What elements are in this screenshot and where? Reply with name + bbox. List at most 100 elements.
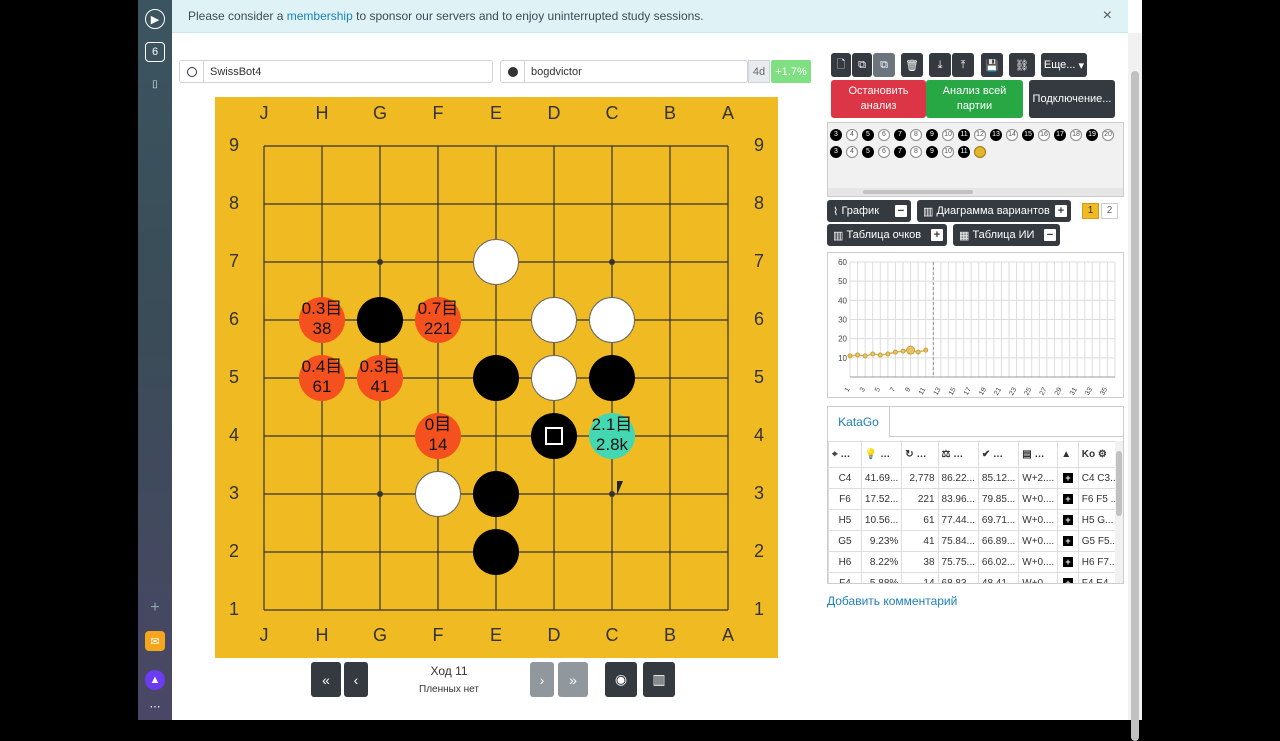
katago-tab[interactable]: KataGo	[828, 407, 890, 437]
mail-icon[interactable]: ✉	[145, 631, 165, 651]
tab-counter[interactable]: 6	[145, 42, 165, 62]
tree-node[interactable]: 5	[862, 129, 874, 141]
connect-button[interactable]: Подключение...	[1029, 80, 1115, 118]
lead-column-header[interactable]: ▤ …	[1018, 441, 1059, 468]
table-row[interactable]: C4 41.69... 2,778 86.22... 85.12... W+2.... + C…	[828, 467, 1123, 489]
expand-icon[interactable]: +	[1055, 205, 1067, 217]
score-column-header[interactable]: ⚖ …	[937, 441, 979, 468]
move-column-header[interactable]: ⌖ …	[828, 441, 862, 468]
tree-node[interactable]: 16	[1038, 129, 1050, 141]
tree-node[interactable]: 20	[1102, 129, 1114, 141]
expand-icon[interactable]: +	[931, 229, 943, 241]
page-1-button[interactable]: 1	[1082, 203, 1099, 219]
expand-icon[interactable]: +	[1062, 577, 1073, 583]
add-comment-link[interactable]: Добавить комментарий	[827, 594, 957, 608]
map-icon[interactable]: ▥	[643, 662, 675, 697]
prev-move-button[interactable]: ‹	[344, 662, 368, 697]
move-suggestion[interactable]: 0.3目 41	[357, 355, 403, 401]
download-icon[interactable]: ⤓	[929, 53, 951, 77]
move-suggestion[interactable]: 0.7目 221	[415, 297, 461, 343]
save-icon[interactable]: 💾	[981, 53, 1003, 77]
ai-table-tab[interactable]: ▦ Таблица ИИ −	[953, 224, 1060, 246]
collapse-icon[interactable]: −	[895, 205, 907, 217]
stop-analysis-button[interactable]: Остановить анализ	[831, 80, 926, 118]
settings-icon[interactable]: ⚙	[1098, 449, 1107, 460]
tree-node[interactable]: 18	[1070, 129, 1082, 141]
close-icon[interactable]: ×	[1103, 7, 1112, 25]
tree-node[interactable]: 10	[942, 146, 954, 158]
paste-icon[interactable]: ⧉	[873, 53, 895, 77]
new-file-icon[interactable]: 🗋	[831, 53, 851, 77]
move-suggestion[interactable]: 0.4目 61	[299, 355, 345, 401]
table-row[interactable]: F6 17.52... 221 83.96... 79.85... W+0.... + F6 …	[828, 488, 1123, 510]
tree-node[interactable]: 12	[974, 129, 986, 141]
expand-icon[interactable]: +	[1062, 556, 1073, 567]
screenshot-icon[interactable]: ⌷	[145, 75, 165, 95]
go-board[interactable]: JJHHGGFFEEDDCCBBAA998877665544332211 0.3…	[215, 97, 778, 658]
add-icon[interactable]: +	[145, 598, 165, 618]
analyze-game-button[interactable]: Анализ всей партии	[926, 80, 1023, 118]
table-row[interactable]: H6 8.22% 38 75.75... 66.02... W+0.... + H6 F7..…	[828, 551, 1123, 573]
variations-tab[interactable]: ▥ Диаграмма вариантов +	[917, 200, 1071, 222]
expand-icon[interactable]: +	[1062, 535, 1073, 546]
assistant-icon[interactable]: ▲	[145, 670, 165, 690]
tree-node[interactable]: 15	[1022, 129, 1034, 141]
more-dropdown[interactable]: Еще... ▾	[1041, 53, 1087, 77]
tree-node[interactable]: 10	[942, 129, 954, 141]
policy-column-header[interactable]: ✔ …	[977, 441, 1020, 468]
tree-node[interactable]: 9	[926, 129, 938, 141]
tree-node[interactable]: 19	[1086, 129, 1098, 141]
table-row[interactable]: F4 5.88% 14 68.83... 48.41... W+0.... + F4 E4..…	[828, 572, 1123, 583]
move-suggestion[interactable]: 2.1目 2.8k	[589, 413, 635, 459]
eye-icon[interactable]: ◉	[605, 662, 637, 697]
more-icon[interactable]: ⋯	[145, 696, 165, 716]
first-move-button[interactable]: «	[311, 662, 341, 697]
expand-icon[interactable]: +	[1062, 472, 1073, 483]
table-scrollbar-thumb[interactable]	[1116, 451, 1122, 516]
visits-column-header[interactable]: ↻ …	[901, 441, 939, 468]
current-tree-node[interactable]	[974, 146, 986, 158]
page-2-button[interactable]: 2	[1101, 203, 1118, 219]
tree-node[interactable]: 6	[878, 146, 890, 158]
tree-node[interactable]: 6	[878, 129, 890, 141]
tree-node[interactable]: 4	[846, 129, 858, 141]
tree-node[interactable]: 8	[910, 129, 922, 141]
membership-link[interactable]: membership	[287, 9, 353, 23]
tree-node[interactable]: 8	[910, 146, 922, 158]
link-icon[interactable]: ⛓	[1009, 53, 1035, 77]
tree-scrollbar[interactable]	[828, 188, 1123, 196]
tree-node[interactable]: 13	[990, 129, 1002, 141]
tree-node[interactable]: 7	[894, 129, 906, 141]
page-scrollbar[interactable]	[1128, 33, 1142, 741]
collapse-icon[interactable]: −	[1044, 229, 1056, 241]
move-suggestion[interactable]: 0.3目 38	[299, 297, 345, 343]
tree-node[interactable]: 3	[830, 146, 842, 158]
tree-node[interactable]: 5	[862, 146, 874, 158]
copy-icon[interactable]: ⧉	[852, 53, 872, 77]
tree-node[interactable]: 11	[958, 146, 970, 158]
tree-node[interactable]: 7	[894, 146, 906, 158]
graph-tab[interactable]: ⌇ График −	[827, 200, 911, 222]
expand-icon[interactable]: +	[1062, 493, 1073, 504]
delete-icon[interactable]: 🗑	[901, 53, 923, 77]
play-icon[interactable]: ▶	[145, 9, 165, 29]
winrate-column-header[interactable]: 💡 …	[860, 441, 903, 468]
tree-node[interactable]: 14	[1006, 129, 1018, 141]
table-scrollbar[interactable]	[1115, 441, 1123, 583]
table-row[interactable]: H5 10.56... 61 77.44... 69.71... W+0.... + H5 G…	[828, 509, 1123, 531]
tree-node[interactable]: 11	[958, 129, 970, 141]
pv-column-header[interactable]: ▲	[1057, 441, 1079, 468]
game-tree[interactable]: 3 4 5 6 7 8 9 10 11 12 13 14 15 16 17 18 19 20 3 4 5 6 7 8 9 10 11	[827, 122, 1124, 197]
scores-tab[interactable]: ▥ Таблица очков +	[827, 224, 947, 246]
tree-node[interactable]: 17	[1054, 129, 1066, 141]
tree-node[interactable]: 3	[830, 129, 842, 141]
move-suggestion[interactable]: 0目 14	[415, 413, 461, 459]
tree-scrollbar-thumb[interactable]	[863, 190, 973, 194]
scrollbar-thumb[interactable]	[1131, 71, 1139, 741]
table-row[interactable]: G5 9.23% 41 75.84... 66.89... W+0.... + G5 F5..…	[828, 530, 1123, 552]
upload-icon[interactable]: ⤒	[952, 53, 974, 77]
last-move-button[interactable]: »	[558, 662, 588, 697]
tree-node[interactable]: 9	[926, 146, 938, 158]
tree-node[interactable]: 4	[846, 146, 858, 158]
next-move-button[interactable]: ›	[530, 662, 554, 697]
